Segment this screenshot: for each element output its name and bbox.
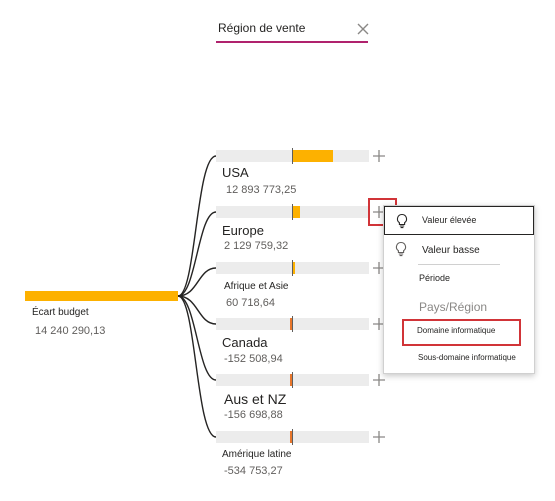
node-bar-track[interactable] [216, 204, 369, 220]
expand-plus-icon[interactable] [372, 149, 386, 163]
menu-item-pays-region: Pays/Région [419, 300, 488, 314]
menu-item-sous-domaine-informatique[interactable]: Sous-domaine informatique [418, 353, 516, 362]
node-bar-fill [293, 206, 300, 218]
node-bar-baseline [292, 429, 293, 445]
node-bar-baseline [292, 260, 293, 276]
node-bar-track[interactable] [216, 148, 369, 164]
node-label: Aus et NZ [224, 391, 287, 407]
node-value: -152 508,94 [224, 353, 283, 365]
expand-plus-icon[interactable] [372, 430, 386, 444]
menu-item-periode[interactable]: Période [419, 273, 450, 283]
drill-context-menu[interactable]: Valeur élevée Valeur basse Période Pays/… [383, 205, 535, 374]
node-label: Amérique latine [222, 449, 292, 460]
node-bar-track[interactable] [216, 260, 369, 276]
node-bar-baseline [292, 204, 293, 220]
node-value: 12 893 773,25 [226, 184, 297, 196]
menu-separator [418, 264, 500, 265]
node-label: Canada [222, 335, 268, 350]
node-value: 60 718,64 [226, 297, 275, 309]
node-label: USA [222, 165, 249, 180]
root-label: Écart budget [32, 307, 89, 318]
node-label: Afrique et Asie [224, 281, 289, 292]
menu-item-valeur-basse[interactable]: Valeur basse [384, 235, 534, 262]
node-bar-fill [293, 262, 295, 274]
node-bar-baseline [292, 316, 293, 332]
root-value: 14 240 290,13 [35, 325, 106, 337]
expand-plus-icon[interactable] [372, 373, 386, 387]
domaine-highlight-box [402, 319, 521, 346]
level-header-underline [216, 41, 368, 43]
node-value: -534 753,27 [224, 465, 283, 477]
menu-item-label: Valeur élevée [422, 215, 477, 225]
level-header-label: Région de vente [218, 21, 306, 35]
node-label: Europe [222, 223, 264, 238]
node-bar-track[interactable] [216, 316, 369, 332]
node-value: -156 698,88 [224, 409, 283, 421]
menu-item-label: Valeur basse [422, 245, 480, 256]
close-icon[interactable] [355, 21, 371, 37]
node-bar-baseline [292, 148, 293, 164]
root-bar[interactable] [25, 291, 178, 301]
node-bar-track[interactable] [216, 429, 369, 445]
node-bar-fill [293, 150, 333, 162]
lightbulb-icon [395, 213, 409, 229]
lightbulb-icon [394, 241, 408, 257]
node-bar-track[interactable] [216, 372, 369, 388]
node-bar-baseline [292, 372, 293, 388]
node-value: 2 129 759,32 [224, 240, 289, 252]
menu-item-valeur-elevee[interactable]: Valeur élevée [384, 206, 534, 235]
